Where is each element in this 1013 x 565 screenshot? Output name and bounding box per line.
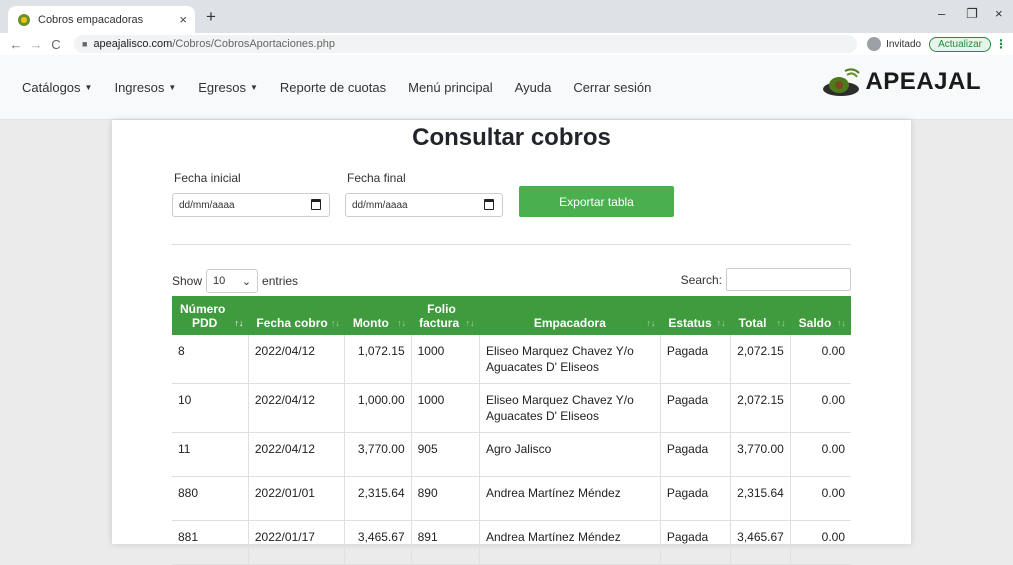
table-search: Search: xyxy=(681,268,851,291)
sort-icon: ↑↓ xyxy=(465,318,475,328)
caret-down-icon: ▼ xyxy=(249,82,258,92)
table-row: 8 2022/04/12 1,072.15 1000 Eliseo Marquez Ch… xyxy=(172,335,851,384)
url-path: /Cobros/CobrosAportaciones.php xyxy=(172,38,335,50)
brand-logo[interactable]: APEAJAL xyxy=(819,65,981,99)
th-numero-pdd[interactable]: Número PDD ↑↓ xyxy=(172,296,249,335)
avocado-logo-icon xyxy=(823,68,861,96)
update-button[interactable]: Actualizar xyxy=(929,36,991,52)
nav-cerrar-sesion[interactable]: Cerrar sesión xyxy=(573,80,651,95)
lock-icon: ■ xyxy=(82,39,88,49)
app-navbar: Catálogos ▼ Ingresos ▼ Egresos ▼ Reporte de… xyxy=(0,55,1013,120)
divider xyxy=(172,244,851,245)
sort-icon: ↑↓ xyxy=(397,318,407,328)
fecha-final-label: Fecha final xyxy=(347,171,406,185)
tab-close-icon[interactable]: × xyxy=(179,12,187,27)
profile-label: Invitado xyxy=(886,38,922,50)
th-monto[interactable]: Monto ↑↓ xyxy=(344,296,412,335)
nav-catalogos[interactable]: Catálogos ▼ xyxy=(22,80,92,95)
sort-icon: ↑↓ xyxy=(646,318,656,328)
table-header-row: Número PDD ↑↓ Fecha cobro ↑↓ Monto ↑↓ Folio f… xyxy=(172,296,851,335)
cobros-table: Número PDD ↑↓ Fecha cobro ↑↓ Monto ↑↓ Folio f… xyxy=(172,296,851,565)
sort-icon: ↑↓ xyxy=(330,318,340,328)
address-bar[interactable]: ■ apeajalisco.com/Cobros/CobrosAportacio… xyxy=(74,35,858,53)
fecha-inicial-label: Fecha inicial xyxy=(174,171,241,185)
browser-tab[interactable]: Cobros empacadoras × xyxy=(8,6,195,33)
sort-icon: ↑↓ xyxy=(234,318,244,328)
entries-length-control: Show 10 ⌄ entries xyxy=(172,269,298,293)
browser-tabstrip: Cobros empacadoras × + – ❐ × xyxy=(0,0,1013,33)
th-fecha-cobro[interactable]: Fecha cobro ↑↓ xyxy=(248,296,345,335)
forward-icon[interactable]: → xyxy=(26,37,46,52)
nav-egresos[interactable]: Egresos ▼ xyxy=(198,80,258,95)
nav-menu-principal[interactable]: Menú principal xyxy=(408,80,493,95)
calendar-icon[interactable] xyxy=(311,199,321,210)
table-row: 881 2022/01/17 3,465.67 891 Andrea Martínez … xyxy=(172,520,851,565)
caret-down-icon: ▼ xyxy=(84,82,93,92)
reload-icon[interactable]: C xyxy=(46,37,66,52)
favicon-icon xyxy=(18,13,30,26)
sort-icon: ↑↓ xyxy=(716,318,726,328)
fecha-final-input[interactable]: dd/mm/aaaa xyxy=(345,193,503,217)
browser-toolbar: ← → C ■ apeajalisco.com/Cobros/CobrosApo… xyxy=(0,33,1013,55)
fecha-inicial-input[interactable]: dd/mm/aaaa xyxy=(172,193,330,217)
th-total[interactable]: Total ↑↓ xyxy=(730,296,791,335)
page-title: Consultar cobros xyxy=(412,124,611,151)
window-close-icon[interactable]: × xyxy=(995,6,1003,21)
sort-icon: ↑↓ xyxy=(837,318,846,328)
url-host: apeajalisco.com xyxy=(93,38,173,50)
avatar-icon xyxy=(867,37,882,51)
th-folio-factura[interactable]: Folio factura ↑↓ xyxy=(411,296,480,335)
content-panel: Consultar cobros Fecha inicial dd/mm/aaa… xyxy=(112,120,911,565)
table-row: 10 2022/04/12 1,000.00 1000 Eliseo Marquez C… xyxy=(172,383,851,433)
export-table-button[interactable]: Exportar tabla xyxy=(519,186,674,217)
nav-ingresos[interactable]: Ingresos ▼ xyxy=(114,80,176,95)
th-estatus[interactable]: Estatus ↑↓ xyxy=(660,296,731,335)
th-saldo[interactable]: Saldo ↑↓ xyxy=(790,296,851,335)
chevron-down-icon: ⌄ xyxy=(241,275,252,288)
caret-down-icon: ▼ xyxy=(168,82,177,92)
new-tab-icon[interactable]: + xyxy=(206,7,216,27)
profile-button[interactable]: Invitado xyxy=(867,37,921,51)
back-icon[interactable]: ← xyxy=(6,37,26,52)
entries-select[interactable]: 10 ⌄ xyxy=(206,269,259,293)
nav-ayuda[interactable]: Ayuda xyxy=(515,80,552,95)
brand-text: APEAJAL xyxy=(865,68,981,95)
minimize-icon[interactable]: – xyxy=(938,6,945,21)
table-row: 11 2022/04/12 3,770.00 905 Agro Jalisco Pagad… xyxy=(172,432,851,477)
nav-reporte-cuotas[interactable]: Reporte de cuotas xyxy=(280,80,386,95)
sort-icon: ↑↓ xyxy=(776,318,786,328)
menu-icon[interactable]: ⋮ xyxy=(995,37,1007,51)
calendar-icon[interactable] xyxy=(484,199,494,210)
search-input[interactable] xyxy=(726,268,851,291)
maximize-icon[interactable]: ❐ xyxy=(966,6,978,22)
tab-title: Cobros empacadoras xyxy=(38,13,144,26)
table-row: 880 2022/01/01 2,315.64 890 Andrea Martínez … xyxy=(172,476,851,521)
th-empacadora[interactable]: Empacadora ↑↓ xyxy=(479,296,661,335)
